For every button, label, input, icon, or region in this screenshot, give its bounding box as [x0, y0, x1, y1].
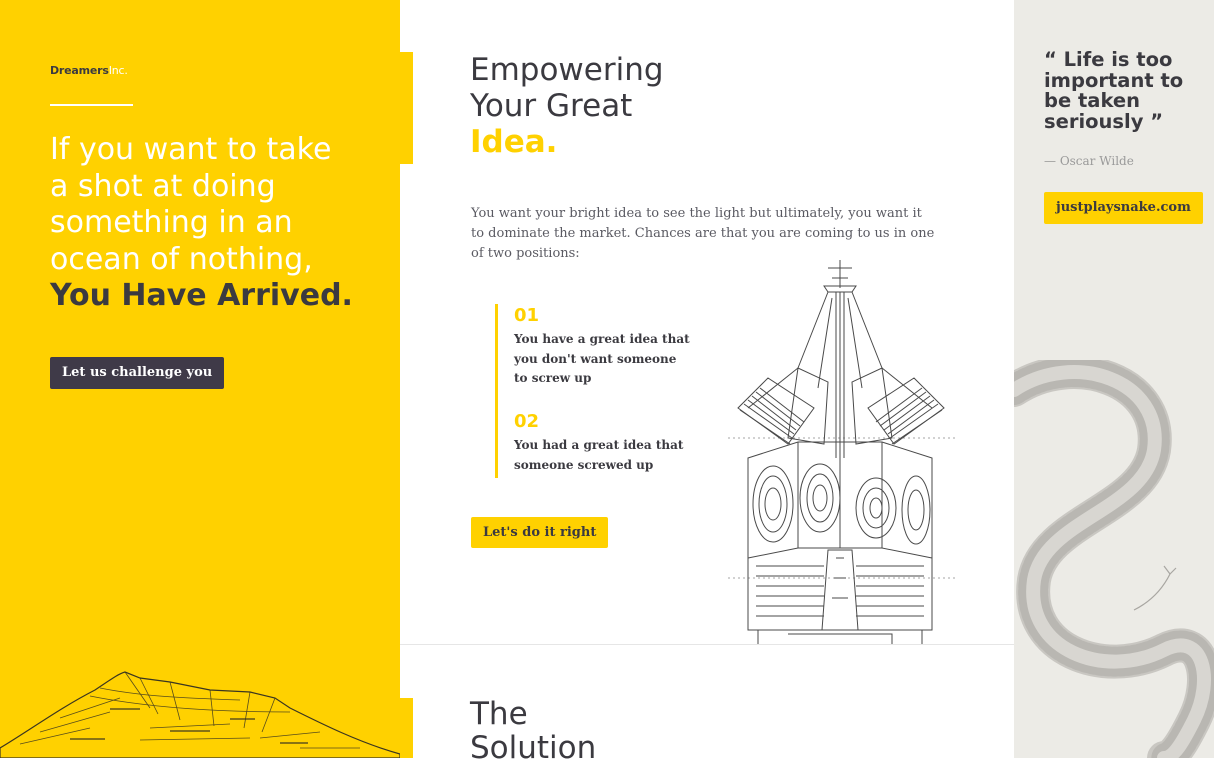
item-text-line: someone screwed up [514, 457, 654, 472]
item-text: You have a great idea that you don't wan… [514, 330, 694, 389]
list-item: 02 You had a great idea that someone scr… [514, 412, 694, 475]
item-number: 02 [514, 411, 540, 432]
hero-line: a shot at doing [50, 168, 276, 204]
intro-paragraph: You want your bright idea to see the lig… [471, 206, 935, 261]
quote-author: — Oscar Wilde [1044, 154, 1134, 168]
mountain-illustration [0, 671, 400, 758]
brand-suffix: Inc. [108, 64, 128, 77]
hero-line: ocean of nothing, [50, 241, 313, 277]
panel-tab [400, 52, 413, 164]
quote-line: be taken [1044, 89, 1141, 112]
item-text-line: to screw up [514, 371, 592, 385]
lighthouse-lens-illustration [728, 260, 958, 644]
section-divider [400, 644, 1014, 645]
item-text: You had a great idea that someone screwe… [514, 436, 694, 475]
hero-strong: You Have Arrived. [50, 278, 353, 313]
hero-line: something in an [50, 205, 293, 240]
title-line: Your Great [470, 88, 633, 124]
hero-heading: If you want to take a shot at doing some… [50, 132, 380, 315]
quote-line: important to [1044, 68, 1184, 92]
external-link-button[interactable]: justplaysnake.com [1044, 192, 1203, 224]
logo-divider [50, 104, 133, 106]
hero-line: If you want to take [50, 132, 332, 167]
item-text-line: you don't want someone [514, 351, 677, 366]
solution-line: Solution [470, 730, 597, 766]
item-text-line: You have a great idea that [514, 332, 690, 346]
list-item: 01 You have a great idea that you don't … [514, 306, 694, 389]
snake-illustration [1014, 360, 1214, 758]
positions-list: 01 You have a great idea that you don't … [495, 304, 695, 478]
title-accent: Idea. [470, 124, 558, 160]
item-number: 01 [514, 305, 540, 326]
solution-heading: The Solution [470, 697, 596, 765]
brand-name: Dreamers [50, 64, 109, 77]
quote-text: “ Life is too important to be taken seri… [1044, 48, 1204, 133]
item-text-line: You had a great idea that [514, 438, 684, 452]
solution-line: The [470, 696, 528, 732]
do-it-right-button[interactable]: Let's do it right [471, 517, 609, 548]
brand-logo[interactable]: DreamersInc. [50, 64, 128, 77]
left-hero-panel: DreamersInc. If you want to take a shot … [0, 0, 400, 758]
challenge-button[interactable]: Let us challenge you [50, 357, 225, 389]
page-title: Empowering Your Great Idea. [470, 52, 664, 160]
right-quote-panel: “ Life is too important to be taken seri… [1014, 0, 1214, 758]
title-line: Empowering [470, 52, 664, 88]
panel-tab [400, 698, 413, 758]
quote-line: seriously ” [1044, 109, 1164, 133]
quote-line: “ Life is too [1044, 48, 1173, 71]
